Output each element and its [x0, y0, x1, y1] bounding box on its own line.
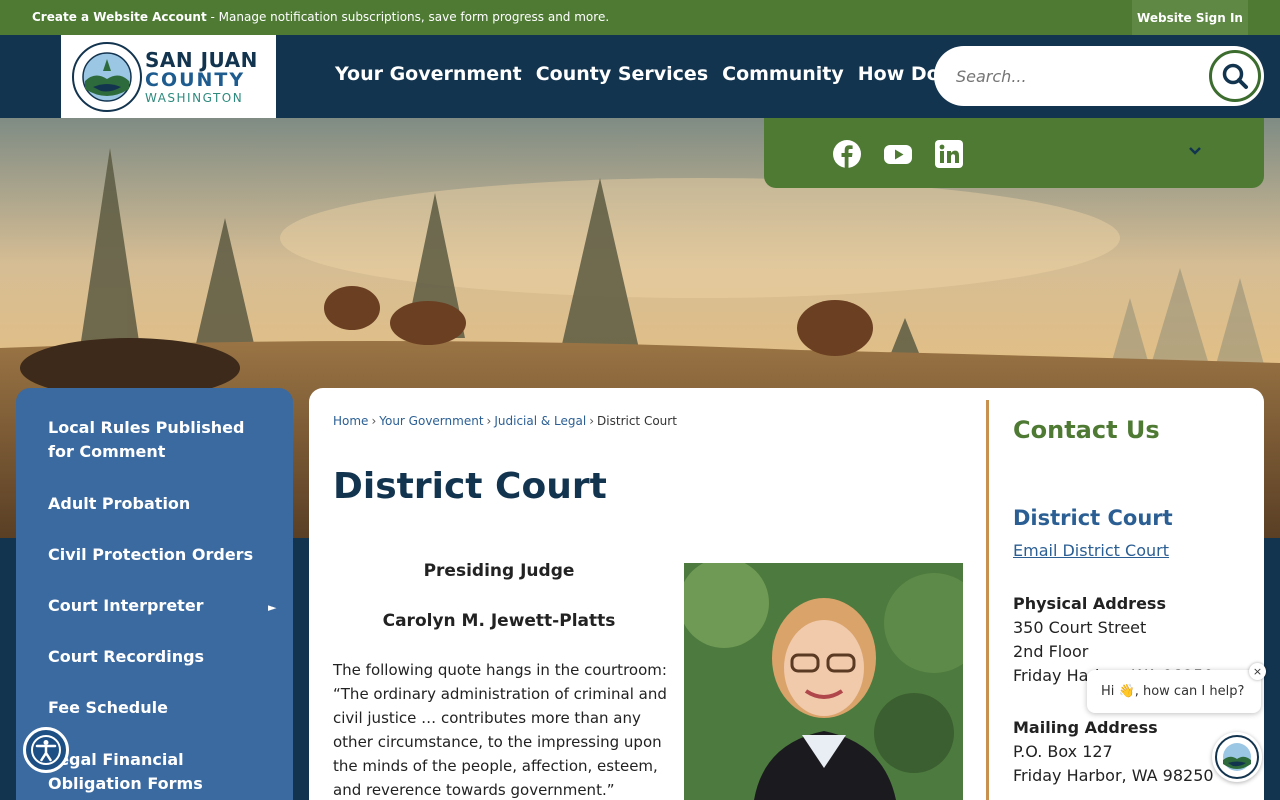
breadcrumb: Home › Your Government › Judicial & Legal › Di… — [333, 414, 677, 428]
physical-address-line: 350 Court Street — [1013, 618, 1147, 637]
facebook-icon[interactable] — [832, 139, 862, 169]
site-header: SAN JUAN COUNTY WASHINGTON Your Governme… — [0, 35, 1280, 118]
judge-portrait — [684, 563, 963, 800]
search-box — [934, 46, 1264, 106]
search-icon — [1222, 63, 1248, 89]
accessibility-button[interactable] — [23, 727, 69, 773]
presiding-judge-heading: Presiding Judge — [423, 561, 575, 581]
nav-community[interactable]: Community — [722, 63, 844, 85]
email-link[interactable]: Email District Court — [1013, 541, 1169, 560]
column-divider — [986, 400, 989, 800]
social-media-bar — [764, 118, 1264, 188]
sign-in-button[interactable]: Website Sign In — [1132, 0, 1248, 35]
sidenav-court-interpreter[interactable]: Court Interpreter — [48, 594, 268, 618]
mailing-address-line: P.O. Box 127 — [1013, 742, 1113, 761]
breadcrumb-home[interactable]: Home — [333, 414, 368, 428]
judge-name: Carolyn M. Jewett-Platts — [382, 611, 616, 631]
county-seal-icon — [72, 41, 142, 112]
physical-address-label: Physical Address — [1013, 594, 1166, 613]
chat-greeting-bubble[interactable]: Hi 👋, how can I help? — [1087, 670, 1261, 713]
search-button[interactable] — [1209, 50, 1261, 102]
page-title: District Court — [333, 466, 607, 507]
chat-close-button[interactable]: × — [1249, 663, 1266, 680]
courtroom-quote: The following quote hangs in the courtro… — [333, 661, 667, 799]
submenu-arrow-icon[interactable]: ► — [268, 601, 276, 614]
account-message: Create a Website Account - Manage notifi… — [32, 10, 609, 24]
breadcrumb-separator: › — [486, 414, 492, 428]
mailing-address-label: Mailing Address — [1013, 718, 1158, 737]
mailing-address-line: Friday Harbor, WA 98250 — [1013, 766, 1214, 785]
physical-address-line: 2nd Floor — [1013, 642, 1089, 661]
chevron-down-icon[interactable] — [1184, 140, 1206, 162]
main-content: Home › Your Government › Judicial & Legal › Di… — [309, 388, 1264, 800]
contact-heading: Contact Us — [1013, 416, 1160, 444]
judge-photo — [684, 563, 963, 800]
sidenav-legal-financial-obligation-forms[interactable]: Legal Financial Obligation Forms — [48, 748, 268, 796]
account-description: - Manage notification subscriptions, sav… — [206, 10, 610, 24]
chat-avatar-icon — [1215, 735, 1259, 779]
breadcrumb-your-government[interactable]: Your Government — [379, 414, 483, 428]
breadcrumb-current: District Court — [597, 414, 677, 428]
main-navigation: Your Government County Services Communit… — [335, 63, 975, 85]
logo-line-1: SAN JUAN — [145, 47, 258, 72]
linkedin-icon[interactable] — [934, 139, 964, 169]
county-logo[interactable]: SAN JUAN COUNTY WASHINGTON — [61, 35, 276, 118]
nav-your-government[interactable]: Your Government — [335, 63, 522, 85]
breadcrumb-separator: › — [589, 414, 595, 428]
chat-launcher-button[interactable] — [1212, 732, 1262, 782]
search-input[interactable] — [956, 63, 1186, 89]
sidenav-court-recordings[interactable]: Court Recordings — [48, 645, 268, 669]
create-account-link[interactable]: Create a Website Account — [32, 10, 207, 24]
contact-department: District Court — [1013, 506, 1173, 530]
sidenav-local-rules[interactable]: Local Rules Published for Comment — [48, 416, 268, 464]
youtube-icon[interactable] — [883, 139, 913, 169]
nav-county-services[interactable]: County Services — [536, 63, 708, 85]
logo-line-3: WASHINGTON — [145, 90, 244, 105]
top-announcement-bar: Create a Website Account - Manage notifi… — [0, 0, 1280, 35]
sidenav-adult-probation[interactable]: Adult Probation — [48, 492, 268, 516]
breadcrumb-judicial-legal[interactable]: Judicial & Legal — [494, 414, 586, 428]
sidenav-fee-schedule[interactable]: Fee Schedule — [48, 696, 268, 720]
logo-line-2: COUNTY — [145, 68, 246, 91]
breadcrumb-separator: › — [371, 414, 377, 428]
accessibility-icon — [31, 735, 61, 765]
sidenav-civil-protection-orders[interactable]: Civil Protection Orders — [48, 543, 268, 567]
